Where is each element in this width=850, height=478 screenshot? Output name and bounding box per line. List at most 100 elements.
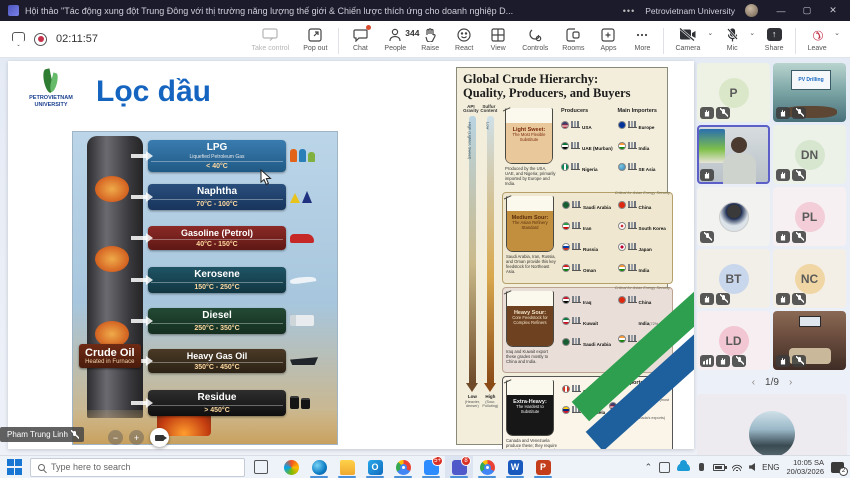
flag-icon (618, 163, 626, 171)
taskbar-chrome[interactable] (389, 456, 417, 478)
minimize-button[interactable]: — (768, 0, 794, 21)
participant-video-tile[interactable]: PV Drilling (773, 63, 846, 122)
rooms-button[interactable]: Rooms (555, 24, 591, 55)
chrome-icon (480, 460, 495, 475)
leave-dropdown-chevron[interactable]: ⌄ (834, 29, 840, 37)
taskbar-search[interactable]: Type here to search (30, 458, 245, 477)
tray-device-icon[interactable] (659, 462, 670, 473)
participant-tile[interactable]: BT (697, 249, 770, 308)
speaker-icon[interactable] (749, 463, 755, 471)
participant-tile[interactable]: LD (697, 311, 770, 370)
zoom-out-button[interactable]: − (108, 430, 123, 445)
react-button[interactable]: React (447, 24, 481, 55)
camera-button[interactable]: Camera (668, 24, 707, 55)
tray-mic-icon[interactable] (699, 463, 704, 471)
start-button[interactable] (7, 459, 23, 475)
api-low-label: Low(Heavier, denser) (463, 394, 482, 408)
copilot-icon (284, 460, 299, 475)
clock[interactable]: 10:05 SA 20/03/2026 (786, 458, 824, 477)
participant-video-tile[interactable] (773, 311, 846, 370)
flag-icon (562, 264, 570, 272)
taskbar-edge[interactable] (305, 456, 333, 478)
flag-icon (618, 201, 626, 209)
mic-muted-badge (732, 355, 746, 367)
next-page-chevron[interactable]: › (789, 377, 792, 388)
taskbar-word[interactable]: W (501, 456, 529, 478)
notification-center-icon[interactable]: 2 (831, 462, 844, 473)
sulfur-content-arrow: Low (487, 116, 494, 384)
taskbar-chrome-2[interactable] (473, 456, 501, 478)
taskbar-copilot[interactable] (277, 456, 305, 478)
speaker-body (723, 153, 756, 184)
people-button[interactable]: 344 People (377, 24, 413, 55)
fraction-row-lpg: LPG Liquefied Petroleum Gas < 40°C (131, 140, 315, 172)
importer-row: SE Asia (618, 158, 671, 176)
mic-muted-badge (700, 231, 714, 243)
camera-dropdown-chevron[interactable]: ⌄ (707, 29, 713, 37)
titlebar-overflow-menu[interactable]: ••• (623, 6, 635, 16)
view-button[interactable]: View (481, 24, 515, 55)
previous-page-chevron[interactable]: ‹ (752, 377, 755, 388)
industry-icon (572, 338, 581, 345)
taskbar-outlook[interactable]: O (361, 456, 389, 478)
participant-tile[interactable]: DN (773, 125, 846, 184)
leave-button[interactable]: ✆ Leave (800, 24, 834, 55)
flow-arrow-icon (131, 319, 147, 323)
producer-row: UAE (Murban) (561, 137, 614, 155)
security-shield-icon[interactable] (12, 32, 25, 46)
chat-button[interactable]: Chat (343, 24, 377, 55)
mic-button[interactable]: Mic (715, 24, 749, 55)
more-dots-icon (635, 27, 649, 43)
presenter-name: Pham Trung Linh (7, 430, 68, 439)
producer-row: Iraq (562, 291, 614, 309)
outlook-icon: O (368, 460, 383, 475)
more-button[interactable]: More (625, 24, 659, 55)
taskbar-zoom[interactable]: 5+ (417, 456, 445, 478)
mic-dropdown-chevron[interactable]: ⌄ (749, 29, 755, 37)
active-speaker-tile[interactable] (697, 125, 770, 184)
mic-muted-badge (792, 293, 806, 305)
flag-icon (562, 222, 570, 230)
mic-off-icon (727, 27, 738, 43)
taskbar-file-explorer[interactable] (333, 456, 361, 478)
flag-icon (562, 296, 570, 304)
taskbar-teams[interactable]: 8 (445, 456, 473, 478)
controls-button[interactable]: Controls (515, 24, 555, 55)
maximize-button[interactable]: ▢ (794, 0, 820, 21)
flag-icon (618, 335, 626, 343)
fraction-label: Naphtha 70°C - 100°C (148, 184, 286, 210)
camera-control-button[interactable] (150, 428, 169, 447)
onedrive-icon[interactable] (677, 463, 690, 471)
fraction-label: Heavy Gas Oil 350°C - 450°C (148, 349, 286, 373)
importer-row: India (618, 137, 671, 155)
pop-out-button[interactable]: Pop out (296, 24, 334, 55)
language-indicator[interactable]: ENG (762, 463, 779, 472)
producer-row: Saudi Arabia (562, 196, 614, 214)
apps-button[interactable]: Apps (591, 24, 625, 55)
participant-tile[interactable]: PL (773, 187, 846, 246)
api-gravity-header: API Gravity (463, 105, 479, 115)
flag-icon (562, 317, 570, 325)
industry-icon (571, 121, 580, 128)
sulfur-content-header: Sulfur Content (479, 105, 499, 115)
importer-row: Japan (618, 238, 670, 256)
people-icon: 344 (389, 27, 401, 43)
ship-icon (628, 142, 637, 149)
taskbar-powerpoint[interactable]: P (529, 456, 557, 478)
slide-controls: − + (108, 428, 169, 447)
share-button[interactable]: ↑ Share (757, 24, 791, 55)
account-avatar[interactable] (745, 4, 758, 17)
tray-chevron-icon[interactable]: ⌃ (645, 462, 653, 473)
close-button[interactable]: ✕ (820, 0, 846, 21)
notification-count: 2 (839, 467, 848, 476)
task-view-button[interactable] (254, 460, 268, 474)
shared-slide: PETROVIETNAMUNIVERSITY Lọc dầu LPG Lique… (8, 61, 694, 449)
fraction-row-diesel: Diesel 250°C - 350°C (131, 308, 314, 334)
battery-icon[interactable] (713, 464, 725, 471)
zoom-in-button[interactable]: + (129, 430, 144, 445)
participant-tile[interactable]: NC (773, 249, 846, 308)
participant-tile[interactable]: P (697, 63, 770, 122)
wifi-icon[interactable] (732, 463, 742, 471)
flag-icon (618, 142, 626, 150)
participant-photo-tile[interactable] (697, 187, 770, 246)
